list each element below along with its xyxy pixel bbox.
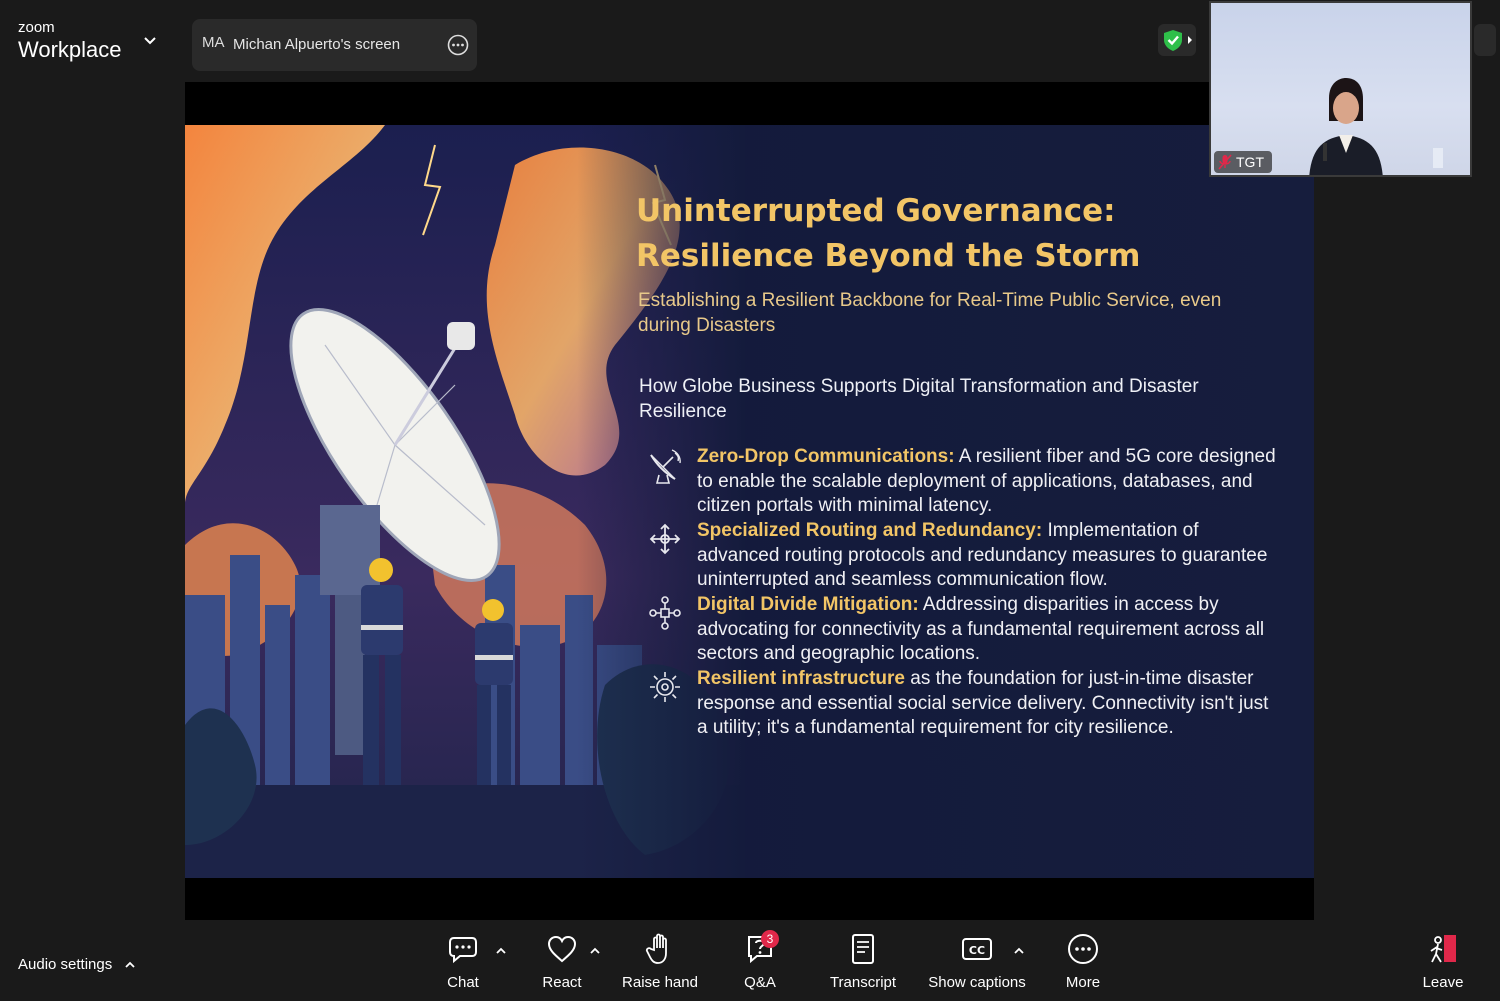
- sharer-avatar: MA: [202, 34, 225, 51]
- satellite-dish-icon: [650, 449, 681, 484]
- qa-count-badge: 3: [761, 930, 779, 948]
- raise-hand-label: Raise hand: [622, 974, 698, 991]
- slide-title-line-1: Uninterrupted Governance:: [636, 193, 1116, 229]
- bullet-text: Zero-Drop Communications: A resilient fi…: [697, 445, 1277, 519]
- more-button[interactable]: More: [1058, 932, 1108, 998]
- chevron-down-icon[interactable]: [143, 36, 157, 46]
- bullet-text: Resilient infrastructure as the foundati…: [697, 667, 1277, 741]
- audio-settings-button[interactable]: Audio settings: [18, 956, 112, 973]
- leave-label: Leave: [1422, 974, 1464, 991]
- view-options-button[interactable]: [1474, 24, 1496, 56]
- brand-workplace-text: Workplace: [18, 37, 122, 62]
- qa-label: Q&A: [744, 974, 776, 991]
- chevron-up-icon[interactable]: [589, 946, 601, 956]
- bullet-heading: Digital Divide Mitigation:: [697, 594, 919, 615]
- slide-title-line-2: Resilience Beyond the Storm: [636, 238, 1141, 274]
- react-button[interactable]: React: [537, 932, 587, 998]
- more-options-icon[interactable]: [447, 34, 469, 56]
- hand-icon: [645, 933, 667, 964]
- chat-button[interactable]: Chat: [438, 932, 488, 998]
- participant-name: TGT: [1236, 154, 1264, 170]
- svg-text:CC: CC: [969, 944, 985, 957]
- participant-video-tile[interactable]: TGT: [1209, 1, 1472, 177]
- chevron-up-icon[interactable]: [124, 960, 136, 970]
- network-people-icon: [649, 596, 681, 630]
- bullet-text: Digital Divide Mitigation: Addressing di…: [697, 593, 1277, 667]
- closed-captions-icon: CC: [962, 938, 992, 960]
- show-captions-label: Show captions: [928, 974, 1026, 991]
- more-label: More: [1065, 974, 1101, 991]
- chevron-up-icon[interactable]: [495, 946, 507, 956]
- bullet-heading: Zero-Drop Communications:: [697, 446, 955, 467]
- slide-title: Uninterrupted Governance: Resilience Bey…: [636, 189, 1196, 279]
- transcript-document-icon: [852, 934, 874, 964]
- leave-button[interactable]: Leave: [1418, 932, 1468, 998]
- leave-door-icon: [1430, 935, 1456, 963]
- sharer-screen-title: Michan Alpuerto's screen: [233, 36, 401, 53]
- routing-arrows-icon: [649, 523, 681, 555]
- chat-icon: [449, 937, 477, 964]
- meeting-controls-bar: Audio settings Chat React Raise hand 3 Q…: [0, 920, 1500, 1001]
- security-status[interactable]: [1158, 24, 1196, 56]
- shield-check-icon: [1164, 30, 1192, 51]
- screen-share-tab[interactable]: MA Michan Alpuerto's screen: [192, 19, 477, 71]
- heart-icon: [547, 935, 577, 963]
- react-label: React: [542, 974, 582, 991]
- slide-intro: How Globe Business Supports Digital Tran…: [639, 376, 1199, 422]
- brand-zoom-text: zoom: [18, 19, 55, 36]
- presentation-slide: Uninterrupted Governance: Resilience Bey…: [185, 125, 1314, 878]
- chevron-up-icon[interactable]: [1013, 946, 1025, 956]
- show-captions-button[interactable]: CC Show captions: [928, 932, 1026, 998]
- app-brand[interactable]: zoom Workplace: [18, 20, 122, 61]
- qa-button[interactable]: 3 Q&A: [735, 930, 785, 998]
- infrastructure-gear-icon: [650, 672, 680, 702]
- bullet-heading: Specialized Routing and Redundancy:: [697, 520, 1043, 541]
- participant-name-label: TGT: [1214, 151, 1272, 173]
- bullet-heading: Resilient infrastructure: [697, 668, 905, 689]
- bullet-text: Specialized Routing and Redundancy: Impl…: [697, 519, 1277, 593]
- mic-muted-icon: [1218, 154, 1232, 170]
- more-dots-icon: [1068, 934, 1098, 964]
- slide-subtitle: Establishing a Resilient Backbone for Re…: [638, 290, 1222, 336]
- chat-label: Chat: [447, 974, 479, 991]
- transcript-label: Transcript: [829, 974, 897, 991]
- raise-hand-button[interactable]: Raise hand: [620, 932, 700, 998]
- transcript-button[interactable]: Transcript: [826, 932, 900, 998]
